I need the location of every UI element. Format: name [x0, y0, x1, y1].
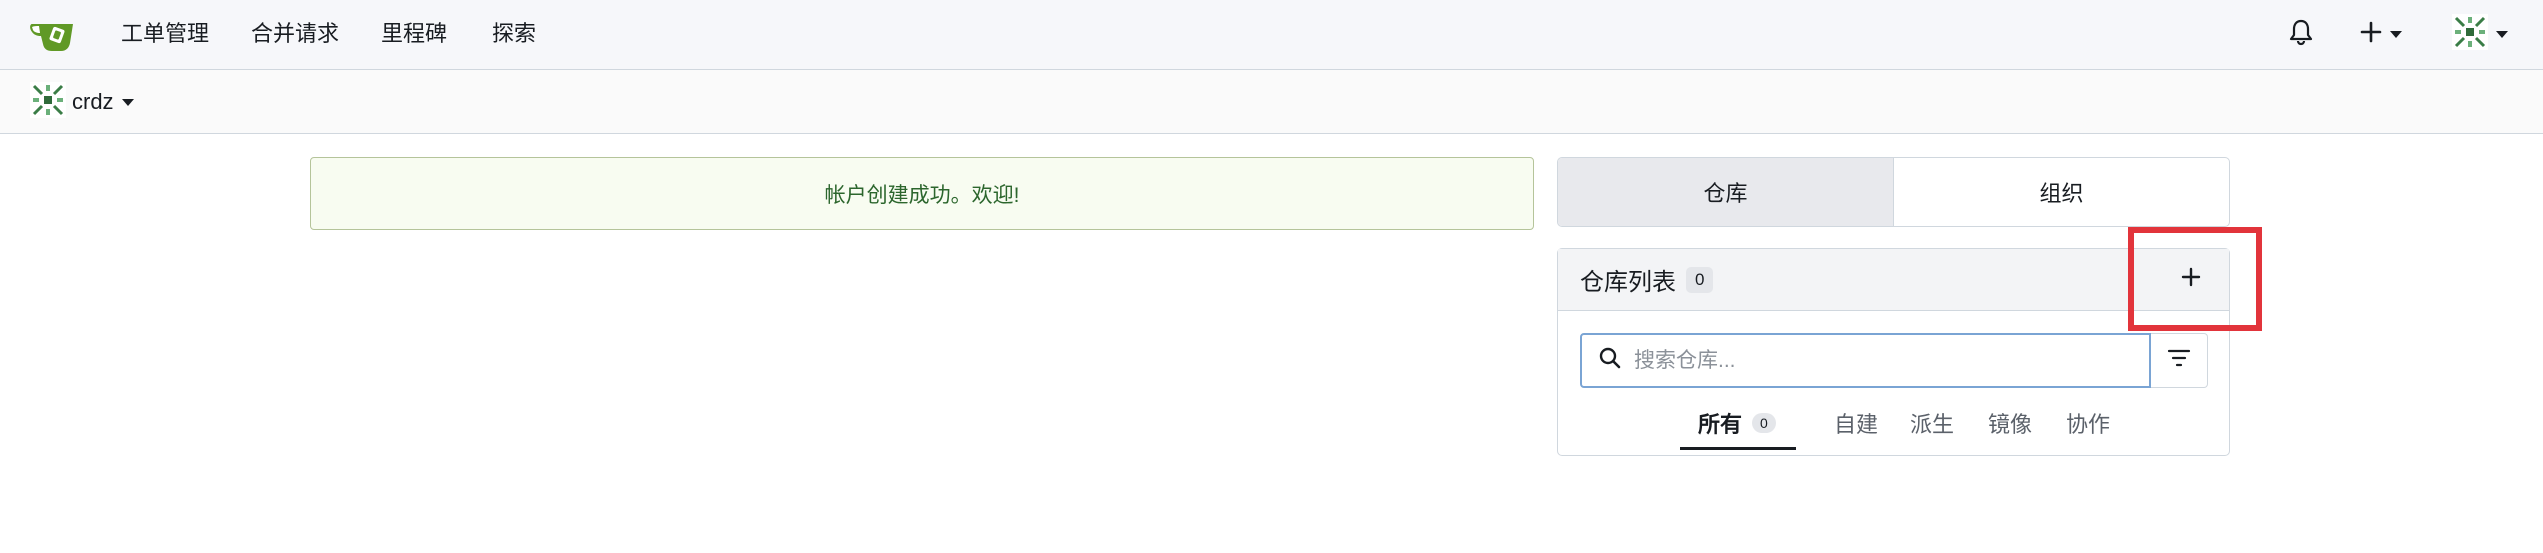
filter-tab-all[interactable]: 所有 0	[1698, 407, 1776, 439]
repo-filter-tabs: 所有 0 自建 派生 镜像 协作	[1558, 399, 2231, 451]
context-bar	[0, 70, 2543, 134]
flash-text: 帐户创建成功。欢迎!	[824, 183, 1020, 207]
bell-icon	[2288, 18, 2314, 51]
avatar-icon	[2452, 13, 2488, 55]
filter-tab-label: 所有	[1698, 412, 1743, 437]
success-flash-message: 帐户创建成功。欢迎!	[310, 157, 1534, 230]
active-tab-underline	[1680, 447, 1796, 450]
dashboard-tabs: 仓库 组织	[1557, 157, 2230, 227]
nav-issues[interactable]: 工单管理	[121, 20, 209, 48]
plus-icon	[2360, 21, 2382, 48]
top-navbar: 工单管理 合并请求 里程碑 探索	[0, 0, 2543, 70]
create-new-dropdown[interactable]	[2360, 14, 2402, 54]
search-icon	[1598, 346, 1622, 375]
filter-tab-collaborative[interactable]: 协作	[2066, 407, 2110, 439]
avatar-icon	[30, 81, 66, 123]
tab-repositories[interactable]: 仓库	[1558, 158, 1894, 226]
caret-down-icon	[121, 98, 134, 106]
notifications-button[interactable]	[2288, 14, 2314, 54]
highlight-box	[2128, 227, 2262, 331]
nav-milestones[interactable]: 里程碑	[381, 20, 447, 48]
filter-tab-forks[interactable]: 派生	[1910, 407, 1954, 439]
caret-down-icon	[2496, 30, 2508, 38]
repo-search-row	[1580, 333, 2208, 388]
filter-tab-sources[interactable]: 自建	[1834, 407, 1878, 439]
filter-icon	[2167, 348, 2191, 373]
gitea-logo-icon[interactable]	[29, 16, 75, 52]
filter-tab-mirrors[interactable]: 镜像	[1988, 407, 2032, 439]
user-menu-dropdown[interactable]	[2452, 13, 2508, 55]
repo-count-badge: 0	[1686, 266, 1714, 293]
repo-search-box[interactable]	[1580, 333, 2151, 388]
tab-organizations[interactable]: 组织	[1894, 158, 2229, 226]
filter-button[interactable]	[2151, 333, 2208, 388]
context-user-switcher[interactable]: crdz	[30, 81, 134, 123]
filter-tab-count: 0	[1752, 413, 1776, 433]
nav-pull-requests[interactable]: 合并请求	[251, 20, 339, 48]
repo-list-title: 仓库列表	[1580, 269, 1676, 296]
repo-search-input[interactable]	[1634, 348, 2114, 373]
context-username: crdz	[72, 89, 114, 114]
caret-down-icon	[2390, 30, 2402, 38]
nav-explore[interactable]: 探索	[492, 20, 536, 48]
